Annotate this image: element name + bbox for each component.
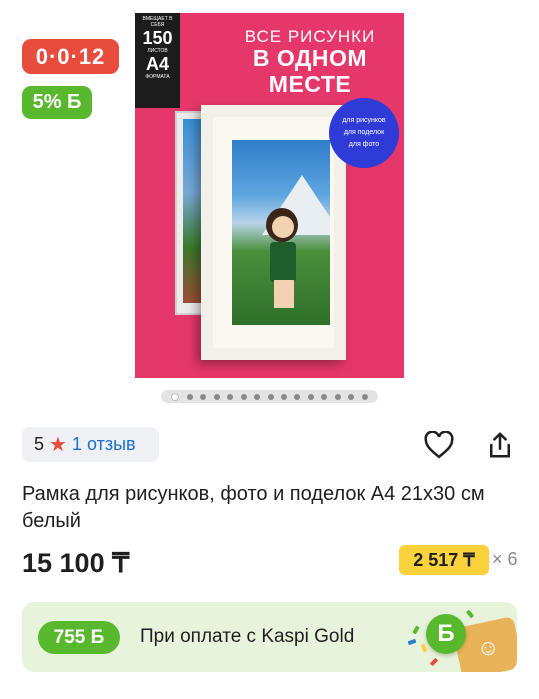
price: 15 100 ₸ — [22, 548, 130, 578]
gallery-dot-active[interactable] — [171, 392, 180, 401]
gallery-dot[interactable] — [267, 393, 274, 400]
image-feature-circle: для рисунков для поделок для фото — [329, 98, 399, 168]
gold-text: При оплате с Kaspi Gold — [140, 626, 355, 647]
gallery-dot[interactable] — [294, 393, 301, 400]
image-headline: ВСЕ РИСУНКИ В ОДНОМ МЕСТЕ — [215, 27, 404, 98]
gold-bonus-pill: 755 Б — [38, 621, 120, 654]
headline-line-3: МЕСТЕ — [268, 70, 352, 97]
gallery-dot[interactable] — [334, 393, 341, 400]
rating-value: 5 — [34, 434, 45, 454]
circle-line-2: для поделок — [343, 129, 385, 136]
share-icon[interactable] — [485, 430, 515, 460]
gallery-pager[interactable] — [161, 390, 378, 403]
spec-top: ВМЕЩАЕТ В СЕБЯ — [142, 16, 173, 28]
gallery-dot[interactable] — [254, 393, 261, 400]
headline-line-2: В ОДНОМ — [252, 45, 368, 72]
gallery-dot[interactable] — [227, 393, 234, 400]
spec-count: 150 — [142, 28, 173, 48]
gallery-dot[interactable] — [321, 393, 328, 400]
installment-multiplier: × 6 — [492, 549, 518, 569]
spec-format: А4 — [145, 54, 169, 74]
gallery-dot[interactable] — [213, 393, 220, 400]
frame-illustration — [201, 105, 346, 360]
circle-line-3: для фото — [348, 141, 380, 148]
heart-icon[interactable] — [424, 430, 454, 460]
bonus-badge: 5% Б — [22, 86, 92, 119]
gallery-dot[interactable] — [280, 393, 287, 400]
bonus-coin-icon: Б — [426, 614, 466, 654]
kaspi-gold-banner[interactable]: 755 Б При оплате с Kaspi Gold ☺ Б — [22, 602, 517, 672]
installment-badge[interactable]: 2 517 ₸ — [399, 545, 489, 575]
reviews-link[interactable]: 1 отзыв — [72, 434, 136, 455]
product-title: Рамка для рисунков, фото и поделок А4 21… — [22, 483, 485, 532]
product-image[interactable]: ВМЕЩАЕТ В СЕБЯ 150 ЛИСТОВ А4 ФОРМАТА ВСЕ… — [135, 13, 404, 378]
gallery-dot[interactable] — [361, 393, 368, 400]
gallery-dot[interactable] — [186, 393, 193, 400]
timer-badge: 0·0·12 — [22, 39, 119, 74]
gallery-dot[interactable] — [348, 393, 355, 400]
headline-line-1: ВСЕ РИСУНКИ — [244, 27, 376, 46]
gallery-dot[interactable] — [200, 393, 207, 400]
rating-pill[interactable]: 5 ★ 1 отзыв — [22, 427, 159, 462]
image-spec-block: ВМЕЩАЕТ В СЕБЯ 150 ЛИСТОВ А4 ФОРМАТА — [135, 13, 180, 108]
star-icon: ★ — [49, 434, 67, 456]
gallery-dot[interactable] — [240, 393, 247, 400]
gallery-dot[interactable] — [307, 393, 314, 400]
spec-format-unit: ФОРМАТА — [145, 74, 170, 80]
circle-line-1: для рисунков — [342, 117, 386, 124]
